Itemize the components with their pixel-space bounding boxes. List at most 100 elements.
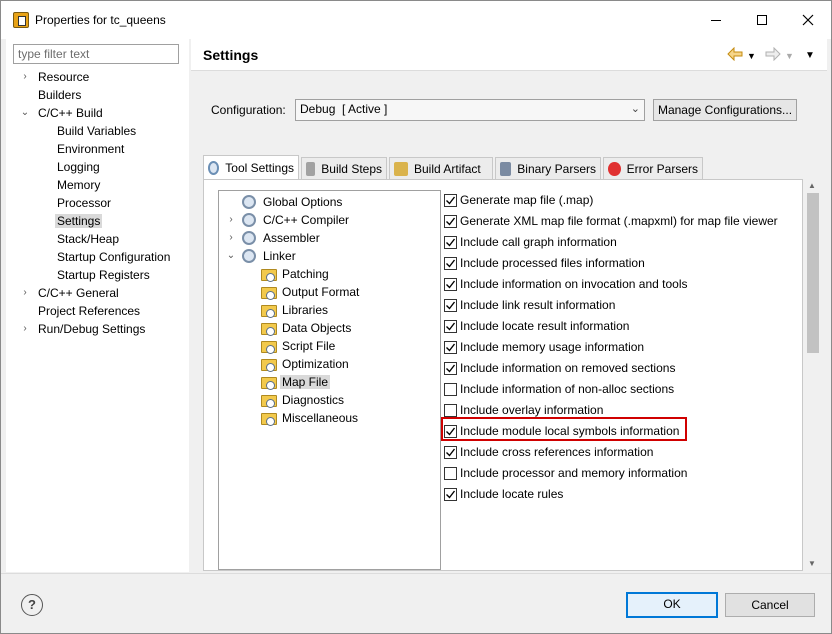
tool-tree-item-global-options[interactable]: Global Options [242,193,344,211]
back-dropdown-button[interactable]: ▼ [747,51,756,61]
option-include-processed-files-information[interactable]: Include processed files information [444,253,645,273]
tool-tree-item-c-c-compiler[interactable]: › C/C++ Compiler [229,211,351,229]
window-title: Properties for tc_queens [35,13,166,27]
option-label: Generate map file (.map) [460,193,594,207]
tab-binary-parsers[interactable]: Binary Parsers [495,157,601,179]
tool-tree-item-linker[interactable]: ⌄ Linker [227,247,298,265]
tool-tree-label: Data Objects [282,321,352,335]
checkbox-unchecked[interactable] [444,403,457,417]
tool-tree-item-libraries[interactable]: Libraries [261,301,330,319]
chevron-down-icon: ⌄ [630,103,640,115]
option-include-locate-rules[interactable]: Include locate rules [444,484,563,504]
tool-tree-item-output-format[interactable]: Output Format [261,283,361,301]
sidebar-item-c-c-build[interactable]: ⌄ C/C++ Build [21,104,105,122]
sidebar-item-memory[interactable]: Memory [55,176,102,194]
sidebar-item-project-references[interactable]: Project References [36,302,142,320]
tab-build-artifact[interactable]: Build Artifact [389,157,493,179]
tool-tree-label: Assembler [263,231,320,245]
gear-icon [242,231,256,245]
tool-tree-item-script-file[interactable]: Script File [261,337,337,355]
close-button[interactable] [785,1,831,39]
sidebar-item-settings[interactable]: Settings [55,212,103,230]
tool-tree-label: Script File [282,339,336,353]
vertical-scrollbar[interactable]: ▲ ▼ [805,179,821,571]
filter-input[interactable] [13,44,179,64]
forward-button[interactable] [765,46,781,64]
option-include-memory-usage-information[interactable]: Include memory usage information [444,337,644,357]
help-icon[interactable]: ? [21,594,43,616]
option-include-call-graph-information[interactable]: Include call graph information [444,232,617,252]
sidebar-item-logging[interactable]: Logging [55,158,102,176]
chevron-right-icon[interactable]: › [226,211,236,229]
option-generate-xml-map-file-format-mapxml-for-map-file-viewer[interactable]: Generate XML map file format (.mapxml) f… [444,211,778,231]
checkbox-checked[interactable] [444,340,457,354]
minimize-button[interactable] [693,1,739,39]
checkbox-checked[interactable] [444,298,457,312]
option-include-information-on-removed-sections[interactable]: Include information on removed sections [444,358,675,378]
tool-tree-item-assembler[interactable]: › Assembler [229,229,322,247]
sidebar-item-resource[interactable]: › Resource [23,68,91,86]
sidebar-item-builders[interactable]: Builders [36,86,83,104]
chevron-right-icon[interactable]: › [226,229,236,247]
sidebar-item-c-c-general[interactable]: › C/C++ General [23,284,121,302]
tool-tree-item-data-objects[interactable]: Data Objects [261,319,353,337]
tool-tree-item-patching[interactable]: Patching [261,265,331,283]
checkbox-checked[interactable] [444,445,457,459]
sidebar-item-stack-heap[interactable]: Stack/Heap [55,230,121,248]
checkbox-checked[interactable] [444,277,457,291]
sidebar-item-label: Memory [57,178,101,192]
checkbox-checked[interactable] [444,319,457,333]
chevron-down-icon[interactable]: ⌄ [20,104,30,122]
chevron-right-icon[interactable]: › [20,284,30,302]
chevron-right-icon[interactable]: › [20,68,30,86]
cancel-button[interactable]: Cancel [725,593,815,617]
checkbox-checked[interactable] [444,361,457,375]
checkbox-checked[interactable] [444,256,457,270]
sidebar-item-label: Processor [57,196,112,210]
back-button[interactable] [727,46,743,64]
maximize-button[interactable] [739,1,785,39]
sidebar-item-build-variables[interactable]: Build Variables [55,122,138,140]
forward-dropdown-button[interactable]: ▼ [785,51,794,61]
option-generate-map-file-map[interactable]: Generate map file (.map) [444,190,593,210]
checkbox-checked[interactable] [444,235,457,249]
tab-build-steps[interactable]: Build Steps [301,157,387,179]
sidebar-item-label: Project References [38,304,141,318]
sidebar-item-run-debug-settings[interactable]: › Run/Debug Settings [23,320,147,338]
sidebar-item-startup-registers[interactable]: Startup Registers [55,266,152,284]
option-include-cross-references-information[interactable]: Include cross references information [444,442,653,462]
scroll-thumb[interactable] [807,193,819,353]
option-include-processor-and-memory-information[interactable]: Include processor and memory information [444,463,687,483]
checkbox-checked[interactable] [444,193,457,207]
title-bar: Properties for tc_queens [1,1,831,39]
tool-tree-item-map-file[interactable]: Map File [261,373,331,391]
checkbox-checked[interactable] [444,214,457,228]
chevron-down-icon[interactable]: ⌄ [226,247,236,265]
tool-tree-item-optimization[interactable]: Optimization [261,355,351,373]
ok-button[interactable]: OK [626,592,718,618]
scroll-up-icon[interactable]: ▲ [808,181,816,190]
checkbox-checked[interactable] [444,487,457,501]
tool-tree-label: Diagnostics [282,393,345,407]
checkbox-unchecked[interactable] [444,466,457,480]
checkbox-unchecked[interactable] [444,382,457,396]
trophy-icon [394,161,408,176]
option-include-information-of-non-alloc-sections[interactable]: Include information of non-alloc section… [444,379,674,399]
option-include-locate-result-information[interactable]: Include locate result information [444,316,629,336]
scroll-down-icon[interactable]: ▼ [808,559,816,568]
manage-configurations-button[interactable]: Manage Configurations... [653,99,797,121]
tool-tree-item-diagnostics[interactable]: Diagnostics [261,391,346,409]
configuration-select[interactable]: Debug [ Active ] ⌄ [295,99,645,121]
tab-tool-settings[interactable]: Tool Settings [203,155,299,179]
view-menu-icon[interactable]: ▼ [805,50,815,61]
sidebar-item-environment[interactable]: Environment [55,140,126,158]
tool-tree-label: Optimization [282,357,349,371]
sidebar-item-startup-configuration[interactable]: Startup Configuration [55,248,172,266]
eclipse-properties-icon [13,12,29,28]
sidebar-item-processor[interactable]: Processor [55,194,113,212]
tool-tree-item-miscellaneous[interactable]: Miscellaneous [261,409,360,427]
option-include-link-result-information[interactable]: Include link result information [444,295,615,315]
chevron-right-icon[interactable]: › [20,320,30,338]
tab-error-parsers[interactable]: Error Parsers [603,157,703,179]
option-include-information-on-invocation-and-tools[interactable]: Include information on invocation and to… [444,274,687,294]
